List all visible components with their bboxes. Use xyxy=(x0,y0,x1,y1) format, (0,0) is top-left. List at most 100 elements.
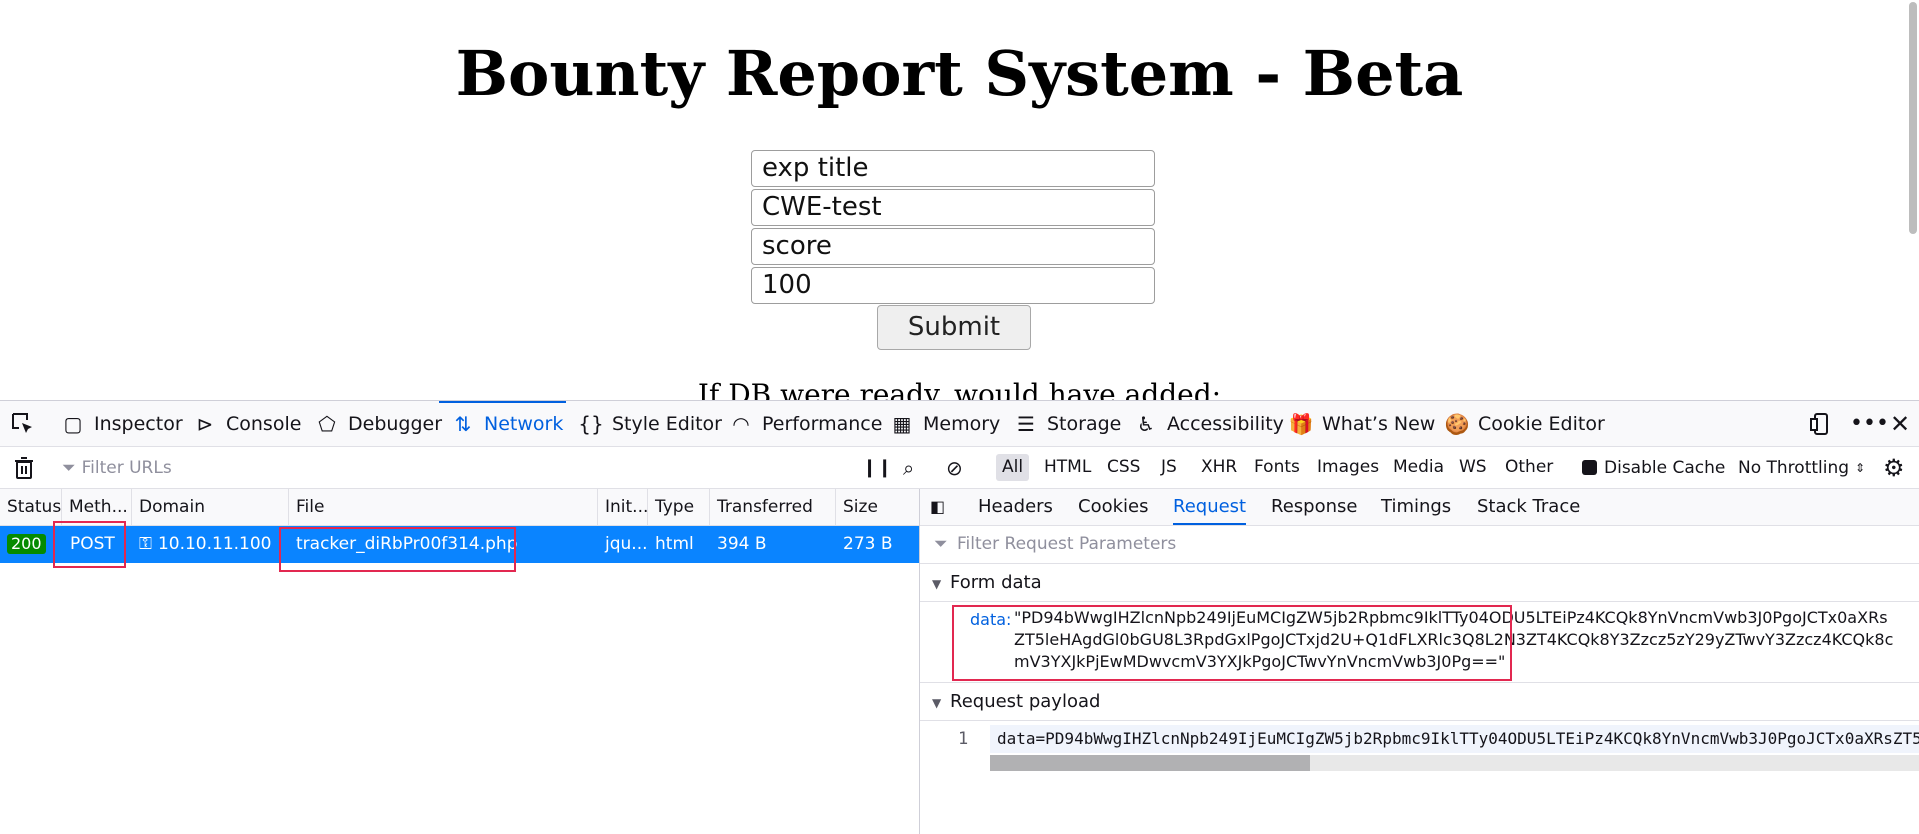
tab-whats-new[interactable]: 🎁 What’s New xyxy=(1288,401,1436,446)
filter-params-input[interactable]: ⏷ Filter Request Parameters xyxy=(920,526,1919,564)
score-input[interactable]: score xyxy=(751,228,1155,265)
tab-storage[interactable]: ☰ Storage xyxy=(1013,401,1121,446)
col-file[interactable]: File xyxy=(289,489,598,525)
filter-images[interactable]: Images xyxy=(1311,454,1385,481)
result-note: If DB were ready, would have added: xyxy=(697,378,1222,400)
form-data-section-header[interactable]: ▼ Form data xyxy=(920,564,1919,602)
tab-label: Cookie Editor xyxy=(1478,412,1605,435)
network-toolbar: ⏷ Filter URLs ❙❙ ⌕ ⊘ All HTML CSS JS XHR… xyxy=(0,447,1919,489)
pause-icon[interactable]: ❙❙ xyxy=(862,447,892,488)
tab-request[interactable]: Request xyxy=(1173,489,1247,525)
devtools-panel: ▢ Inspector ⊳ Console ⬠ Debugger ⇅ Network {… xyxy=(0,400,1919,834)
sidebar-toggle-icon[interactable]: ◧ xyxy=(930,489,945,525)
tab-label: Storage xyxy=(1047,412,1122,435)
col-type[interactable]: Type xyxy=(648,489,710,525)
col-size[interactable]: Size xyxy=(836,489,919,525)
tab-cookies[interactable]: Cookies xyxy=(1078,489,1148,525)
search-icon[interactable]: ⌕ xyxy=(903,447,914,488)
accessibility-icon: ♿ xyxy=(1137,411,1155,436)
filter-xhr[interactable]: XHR xyxy=(1195,454,1243,481)
updown-icon: ⇕ xyxy=(1855,460,1866,475)
tab-label: Memory xyxy=(923,412,1001,435)
debugger-icon: ⬠ xyxy=(318,411,336,436)
payload-editor: 1 data=PD94bWwgIHZlcnNpb249IjEuMCIgZW5jb… xyxy=(920,721,1919,781)
page-scrollbar[interactable] xyxy=(1909,2,1917,234)
console-icon: ⊳ xyxy=(196,411,214,436)
highlight-file-box xyxy=(279,527,516,572)
settings-gear-icon[interactable]: ⚙ xyxy=(1883,447,1905,488)
close-icon[interactable]: ✕ xyxy=(1890,401,1910,446)
expand-triangle-icon: ▼ xyxy=(932,577,942,591)
filter-js[interactable]: JS xyxy=(1155,454,1183,481)
throttling-select[interactable]: No Throttling ⇕ xyxy=(1738,447,1865,488)
tab-network[interactable]: ⇅ Network xyxy=(450,401,564,446)
highlight-method-box xyxy=(53,521,126,568)
row-transferred: 394 B xyxy=(717,534,767,554)
trash-icon[interactable] xyxy=(14,447,34,488)
tab-inspector[interactable]: ▢ Inspector xyxy=(60,401,183,446)
tab-label: Accessibility xyxy=(1167,412,1284,435)
tab-label: Debugger xyxy=(348,412,443,435)
payload-label: Request payload xyxy=(950,691,1101,712)
payload-text[interactable]: data=PD94bWwgIHZlcnNpb249IjEuMCIgZW5jb2R… xyxy=(990,725,1919,753)
tab-debugger[interactable]: ⬠ Debugger xyxy=(314,401,442,446)
checkbox-icon xyxy=(1582,460,1597,475)
disable-cache-toggle[interactable]: Disable Cache xyxy=(1582,447,1725,488)
throttling-label: No Throttling xyxy=(1738,457,1850,478)
tab-performance[interactable]: ◠ Performance xyxy=(728,401,882,446)
disable-cache-label: Disable Cache xyxy=(1604,457,1726,478)
tab-label: Inspector xyxy=(94,412,183,435)
domain-text: 10.10.11.100 xyxy=(157,534,272,554)
tab-label: Performance xyxy=(762,412,883,435)
tab-headers[interactable]: Headers xyxy=(978,489,1053,525)
tab-style-editor[interactable]: {} Style Editor xyxy=(578,401,722,446)
filter-icon: ⏷ xyxy=(62,457,76,478)
submit-button[interactable]: Submit xyxy=(877,305,1031,350)
tab-label: What’s New xyxy=(1322,412,1436,435)
filter-all[interactable]: All xyxy=(996,454,1030,481)
filter-urls-input[interactable]: ⏷ Filter URLs xyxy=(62,447,842,488)
request-details-panel: ◧ Headers Cookies Request Response Timin… xyxy=(920,489,1919,834)
col-transferred[interactable]: Transferred xyxy=(710,489,836,525)
row-type: html xyxy=(655,534,694,554)
tab-response[interactable]: Response xyxy=(1271,489,1357,525)
col-domain[interactable]: Domain xyxy=(132,489,289,525)
tab-stack-trace[interactable]: Stack Trace xyxy=(1477,489,1580,525)
tab-console[interactable]: ⊳ Console xyxy=(192,401,302,446)
col-method[interactable]: Meth... xyxy=(62,489,132,525)
responsive-mode-icon[interactable] xyxy=(1808,401,1832,446)
more-options-icon[interactable]: ••• xyxy=(1850,401,1889,446)
tab-cookie-editor[interactable]: 🍪 Cookie Editor xyxy=(1444,401,1605,446)
filter-other[interactable]: Other xyxy=(1499,454,1559,481)
selected-tab-indicator xyxy=(439,401,566,403)
filter-ws[interactable]: WS xyxy=(1453,454,1493,481)
devtools-tabbar: ▢ Inspector ⊳ Console ⬠ Debugger ⇅ Network {… xyxy=(0,401,1919,447)
title-input[interactable]: exp title xyxy=(751,150,1155,187)
tab-memory[interactable]: ▦ Memory xyxy=(889,401,1001,446)
filter-fonts[interactable]: Fonts xyxy=(1248,454,1306,481)
performance-icon: ◠ xyxy=(732,411,750,436)
filter-css[interactable]: CSS xyxy=(1101,454,1146,481)
request-list: Status Meth... Domain File Init... Type … xyxy=(0,489,920,834)
element-picker-icon[interactable] xyxy=(10,401,36,446)
col-status[interactable]: Status xyxy=(0,489,62,525)
tab-timings[interactable]: Timings xyxy=(1381,489,1451,525)
filter-html[interactable]: HTML xyxy=(1038,454,1097,481)
expand-triangle-icon: ▼ xyxy=(932,696,942,710)
horizontal-scrollbar-thumb[interactable] xyxy=(990,755,1310,771)
block-icon[interactable]: ⊘ xyxy=(946,447,963,488)
inspector-icon: ▢ xyxy=(63,411,83,436)
details-tabs: ◧ Headers Cookies Request Response Timin… xyxy=(920,489,1919,526)
payload-section-header[interactable]: ▼ Request payload xyxy=(920,683,1919,721)
filter-media[interactable]: Media xyxy=(1387,454,1450,481)
cwe-input[interactable]: CWE-test xyxy=(751,189,1155,226)
col-initiator[interactable]: Init... xyxy=(598,489,648,525)
cookie-icon: 🍪 xyxy=(1444,411,1470,436)
row-initiator: jqu... xyxy=(605,534,648,554)
tab-label: Network xyxy=(484,412,564,435)
tab-accessibility[interactable]: ♿ Accessibility xyxy=(1133,401,1284,446)
memory-icon: ▦ xyxy=(892,411,912,436)
line-number: 1 xyxy=(958,729,969,749)
tab-label: Console xyxy=(226,412,302,435)
reward-input[interactable]: 100 xyxy=(751,267,1155,304)
